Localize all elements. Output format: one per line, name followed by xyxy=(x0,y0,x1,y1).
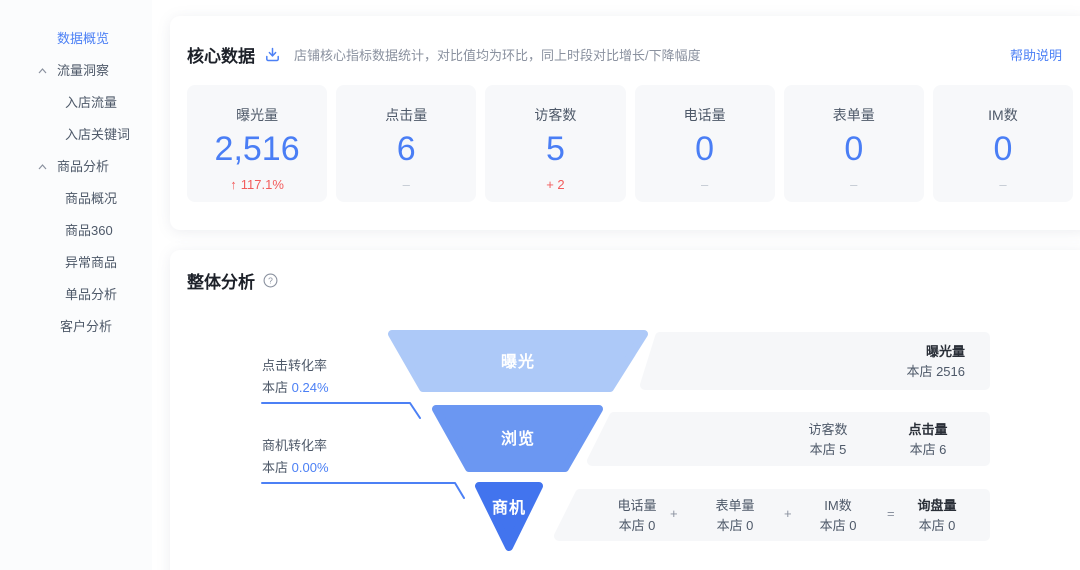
conversion-value-row: 本店 0.24% xyxy=(262,377,329,399)
metric-value: 2,516 xyxy=(215,129,300,169)
metric-label: 电话量 xyxy=(684,105,726,125)
overall-analysis-card: 整体分析 ? 曝光 xyxy=(170,250,1080,570)
metric-card-calls: 电话量 0 – xyxy=(635,85,775,202)
panel-metric-label: 访客数 xyxy=(808,420,847,440)
conversion-label: 点击转化率 xyxy=(262,355,329,377)
metric-card-im: IM数 0 – xyxy=(933,85,1073,202)
sidebar-menu: 数据概览 流量洞察 入店流量 入店关键词 商品分析 商品概况 商品360 异常商… xyxy=(0,0,152,343)
up-arrow-icon: ↑ xyxy=(230,177,237,192)
download-icon[interactable] xyxy=(265,47,280,62)
sidebar-item-single-product[interactable]: 单品分析 xyxy=(0,279,152,311)
panel-inquiry-metric: 询盘量 本店 0 xyxy=(917,496,956,536)
panel-metric-value: 本店 2516 xyxy=(790,362,965,382)
panel-metric-value: 本店 5 xyxy=(808,440,847,460)
core-data-description: 店铺核心指标数据统计，对比值均为环比，同上时段对比增长/下降幅度 xyxy=(294,45,701,64)
funnel-stage-label: 曝光 xyxy=(501,352,535,371)
panel-metric-label: IM数 xyxy=(820,496,857,516)
metric-label: 表单量 xyxy=(833,105,875,125)
metric-card-clicks: 点击量 6 – xyxy=(336,85,476,202)
metric-value: 0 xyxy=(844,129,863,169)
store-label: 本店 xyxy=(262,460,288,475)
panel-metric-value: 本店 0 xyxy=(917,516,956,536)
sidebar-item-product-analysis[interactable]: 商品分析 xyxy=(0,151,152,183)
store-label: 本店 xyxy=(262,380,288,395)
metric-delta: – xyxy=(701,177,708,192)
conversion-opportunity-rate: 商机转化率 本店 0.00% xyxy=(262,435,329,479)
chevron-up-icon[interactable] xyxy=(38,164,47,170)
metric-label: IM数 xyxy=(988,105,1018,125)
core-data-title: 核心数据 xyxy=(187,42,255,67)
sidebar-item-label: 流量洞察 xyxy=(57,63,109,78)
core-data-card: 核心数据 店铺核心指标数据统计，对比值均为环比，同上时段对比增长/下降幅度 帮助… xyxy=(170,16,1080,230)
conversion-click-rate: 点击转化率 本店 0.24% xyxy=(262,355,329,399)
chevron-up-icon[interactable] xyxy=(38,68,47,74)
help-link[interactable]: 帮助说明 xyxy=(1010,45,1062,64)
metric-delta: – xyxy=(850,177,857,192)
core-data-header: 核心数据 店铺核心指标数据统计，对比值均为环比，同上时段对比增长/下降幅度 帮助… xyxy=(170,16,1080,67)
conversion-leader-line-1 xyxy=(262,403,420,418)
panel-metric-value: 本店 0 xyxy=(820,516,857,536)
metric-value: 0 xyxy=(695,129,714,169)
sidebar-item-traffic-insight[interactable]: 流量洞察 xyxy=(0,55,152,87)
metrics-row: 曝光量 2,516 ↑ 117.1% 点击量 6 – 访客数 5 + 2 电话量 … xyxy=(187,85,1073,202)
panel-metric-label: 表单量 xyxy=(715,496,754,516)
metric-value: 6 xyxy=(397,129,416,169)
sidebar-item-product-360[interactable]: 商品360 xyxy=(0,215,152,247)
panel-clicks-metric: 点击量 本店 6 xyxy=(908,420,947,460)
panel-metric-value: 本店 0 xyxy=(617,516,656,536)
funnel-stage-label: 商机 xyxy=(492,498,526,517)
metric-card-visitors: 访客数 5 + 2 xyxy=(485,85,625,202)
conversion-rate-value: 0.24% xyxy=(292,380,329,395)
panel-metric-value: 本店 6 xyxy=(908,440,947,460)
sidebar-item-abnormal-products[interactable]: 异常商品 xyxy=(0,247,152,279)
metric-card-exposure: 曝光量 2,516 ↑ 117.1% xyxy=(187,85,327,202)
funnel-stage-label: 浏览 xyxy=(501,429,535,448)
panel-metric-label: 曝光量 xyxy=(790,342,965,362)
panel-im-metric: IM数 本店 0 xyxy=(820,496,857,536)
panel-metric-label: 询盘量 xyxy=(917,496,956,516)
sidebar-item-label: 商品分析 xyxy=(57,159,109,174)
panel-exposure-metric: 曝光量 本店 2516 xyxy=(790,342,965,382)
equals-operator: = xyxy=(887,506,895,521)
metric-value: 0 xyxy=(993,129,1012,169)
sidebar-item-store-keywords[interactable]: 入店关键词 xyxy=(0,119,152,151)
metric-delta: ↑ 117.1% xyxy=(230,177,284,192)
metric-label: 访客数 xyxy=(534,105,576,125)
metric-value: 5 xyxy=(546,129,565,169)
metric-delta: + 2 xyxy=(546,177,564,192)
sidebar-item-data-overview[interactable]: 数据概览 xyxy=(0,23,152,55)
panel-metric-value: 本店 0 xyxy=(715,516,754,536)
panel-forms-metric: 表单量 本店 0 xyxy=(715,496,754,536)
conversion-leader-line-2 xyxy=(262,483,464,498)
conversion-rate-value: 0.00% xyxy=(292,460,329,475)
sidebar-item-customer-analysis[interactable]: 客户分析 xyxy=(0,311,152,343)
sidebar: 数据概览 流量洞察 入店流量 入店关键词 商品分析 商品概况 商品360 异常商… xyxy=(0,0,152,570)
plus-operator: + xyxy=(784,506,792,521)
dashboard-page: 数据概览 流量洞察 入店流量 入店关键词 商品分析 商品概况 商品360 异常商… xyxy=(0,0,1080,570)
funnel-chart: 曝光 浏览 商机 点击转化率 本店 0.24% 商机转化率 本店 0.00% xyxy=(170,250,1080,570)
panel-visitors-metric: 访客数 本店 5 xyxy=(808,420,847,460)
panel-calls-metric: 电话量 本店 0 xyxy=(617,496,656,536)
conversion-value-row: 本店 0.00% xyxy=(262,457,329,479)
plus-operator: + xyxy=(670,506,678,521)
metric-delta-value: 117.1% xyxy=(241,177,284,192)
panel-metric-label: 点击量 xyxy=(908,420,947,440)
panel-metric-label: 电话量 xyxy=(617,496,656,516)
conversion-label: 商机转化率 xyxy=(262,435,329,457)
sidebar-item-store-traffic[interactable]: 入店流量 xyxy=(0,87,152,119)
sidebar-item-product-overview[interactable]: 商品概况 xyxy=(0,183,152,215)
metric-label: 曝光量 xyxy=(236,105,278,125)
metric-label: 点击量 xyxy=(385,105,427,125)
metric-delta: – xyxy=(403,177,410,192)
metric-card-forms: 表单量 0 – xyxy=(784,85,924,202)
metric-delta: – xyxy=(999,177,1006,192)
